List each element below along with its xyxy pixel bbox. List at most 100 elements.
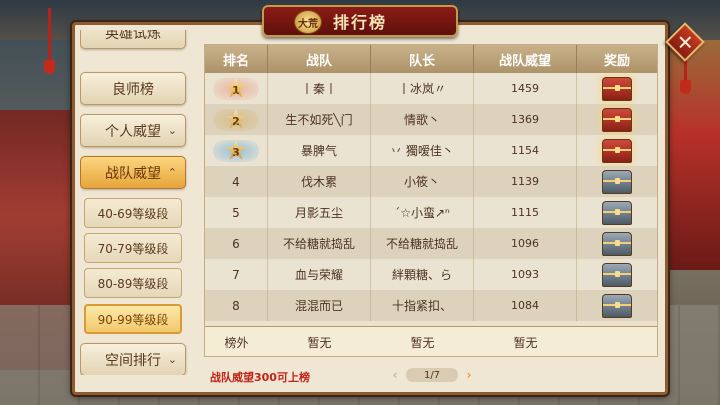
- sidebar-subitem-label: 80-89等级段: [97, 276, 169, 291]
- own-ranking-row: 榜外 暂无 暂无 暂无: [205, 326, 657, 356]
- column-header-reward: 奖励: [603, 53, 630, 69]
- captain-cell: ˊ☆小蛮↗ⁿ: [371, 197, 474, 228]
- team-cell: 血与荣耀: [268, 259, 371, 290]
- sidebar-subitem-label: 40-69等级段: [97, 206, 169, 221]
- column-header-team: 战队: [268, 45, 371, 73]
- sidebar-item-space-rank[interactable]: 空间排行 ⌄: [80, 343, 186, 375]
- sidebar-item-hero-trial[interactable]: 英雄试炼: [80, 30, 186, 49]
- prestige-cell: 1139: [474, 166, 577, 197]
- column-header-rank: 排名: [205, 45, 268, 73]
- blue-chest-icon[interactable]: [602, 169, 632, 194]
- title-emblem-icon: 大荒: [294, 10, 322, 34]
- close-icon: ✕: [676, 29, 694, 54]
- rank-cell: 2: [205, 104, 268, 135]
- red-chest-icon[interactable]: [602, 76, 632, 101]
- rank-cell: 1: [205, 73, 268, 104]
- table-row[interactable]: 3 暴脾气 丷 獨嗳佳丶 1154: [205, 135, 657, 166]
- reward-cell: [577, 166, 657, 197]
- table-row[interactable]: 1 丨秦丨 丨冰岚〃 1459: [205, 73, 657, 104]
- reward-cell: [577, 290, 657, 321]
- sidebar-item-label: 英雄试炼: [105, 30, 161, 42]
- captain-cell: 情歌丶: [371, 104, 474, 135]
- next-page-button[interactable]: ›: [462, 368, 476, 382]
- team-cell: 月影五尘: [268, 197, 371, 228]
- pagination: ‹ 1/7 ›: [388, 367, 476, 383]
- table-row[interactable]: 5 月影五尘 ˊ☆小蛮↗ⁿ 1115: [205, 197, 657, 228]
- reward-cell: [577, 104, 657, 135]
- table-row[interactable]: 6 不给糖就捣乱 不给糖就捣乱 1096: [205, 228, 657, 259]
- blue-chest-icon[interactable]: [602, 293, 632, 318]
- table-header: 排名 战队 队长 战队威望 奖励: [205, 45, 657, 73]
- chevron-down-icon: ⌄: [167, 353, 177, 366]
- table-row[interactable]: 7 血与荣耀 絆顆糖、ら 1093: [205, 259, 657, 290]
- reward-cell: [577, 197, 657, 228]
- sidebar-item-label: 战队威望: [105, 165, 161, 182]
- sidebar-item-mentor-rank[interactable]: 良师榜: [80, 72, 186, 105]
- captain-cell: 丨冰岚〃: [371, 73, 474, 104]
- sidebar-subitem-level-40-69[interactable]: 40-69等级段: [84, 198, 182, 228]
- red-chest-icon[interactable]: [602, 107, 632, 132]
- own-prestige-cell: 暂无: [513, 335, 538, 350]
- ranking-table: 排名 战队 队长 战队威望 奖励 1 丨秦丨 丨冰岚〃 1459 2 生不如死╲…: [204, 44, 658, 357]
- chevron-up-icon: ⌃: [167, 166, 177, 179]
- own-rank-cell: 榜外: [224, 335, 249, 350]
- chevron-down-icon: ⌄: [167, 124, 177, 137]
- rank-cell: 6: [205, 228, 268, 259]
- team-cell: 生不如死╲门: [268, 104, 371, 135]
- own-team-cell: 暂无: [307, 335, 332, 350]
- title-plate: 排行榜: [262, 5, 458, 37]
- captain-cell: 絆顆糖、ら: [371, 259, 474, 290]
- red-chest-icon[interactable]: [602, 138, 632, 163]
- rank-bronze-badge-icon: 3: [213, 138, 259, 164]
- column-header-captain: 队长: [371, 45, 474, 73]
- rank-silver-badge-icon: 2: [213, 107, 259, 133]
- rank-cell: 3: [205, 135, 268, 166]
- prestige-cell: 1154: [474, 135, 577, 166]
- sidebar-item-team-prestige[interactable]: 战队威望 ⌃: [80, 156, 186, 189]
- prestige-cell: 1459: [474, 73, 577, 104]
- team-cell: 暴脾气: [268, 135, 371, 166]
- reward-cell: [577, 135, 657, 166]
- own-reward-cell: [577, 327, 657, 357]
- sidebar-item-label: 空间排行: [105, 352, 161, 369]
- sidebar-item-personal-prestige[interactable]: 个人威望 ⌄: [80, 114, 186, 147]
- tassel-left-decoration: [44, 8, 55, 74]
- sidebar-subitem-level-80-89[interactable]: 80-89等级段: [84, 268, 182, 298]
- sidebar: 英雄试炼 良师榜 个人威望 ⌄ 战队威望 ⌃ 40-69等级段 70-79等级段…: [80, 30, 190, 375]
- team-cell: 伐木累: [268, 166, 371, 197]
- captain-cell: 丷 獨嗳佳丶: [371, 135, 474, 166]
- reward-cell: [577, 259, 657, 290]
- sidebar-item-label: 个人威望: [105, 123, 161, 140]
- sidebar-subitem-level-90-99[interactable]: 90-99等级段: [84, 304, 182, 334]
- captain-cell: 不给糖就捣乱: [371, 228, 474, 259]
- blue-chest-icon[interactable]: [602, 262, 632, 287]
- table-row[interactable]: 8 混混而已 十指紧扣、 1084: [205, 290, 657, 321]
- team-cell: 丨秦丨: [268, 73, 371, 104]
- rank-gold-badge-icon: 1: [213, 76, 259, 102]
- blue-chest-icon[interactable]: [602, 231, 632, 256]
- own-captain-cell: 暂无: [410, 335, 435, 350]
- page-indicator: 1/7: [406, 368, 458, 382]
- ranking-requirement-hint: 战队威望300可上榜: [210, 371, 310, 384]
- rank-cell: 7: [205, 259, 268, 290]
- table-row[interactable]: 2 生不如死╲门 情歌丶 1369: [205, 104, 657, 135]
- captain-cell: 小筱丶: [371, 166, 474, 197]
- prestige-cell: 1084: [474, 290, 577, 321]
- sidebar-subitem-label: 70-79等级段: [97, 241, 169, 256]
- prev-page-button[interactable]: ‹: [388, 368, 402, 382]
- rank-cell: 5: [205, 197, 268, 228]
- captain-cell: 十指紧扣、: [371, 290, 474, 321]
- team-cell: 不给糖就捣乱: [268, 228, 371, 259]
- team-cell: 混混而已: [268, 290, 371, 321]
- page-title: 排行榜: [332, 13, 387, 32]
- column-header-prestige: 战队威望: [474, 45, 577, 73]
- prestige-cell: 1096: [474, 228, 577, 259]
- prestige-cell: 1369: [474, 104, 577, 135]
- rank-cell: 4: [205, 166, 268, 197]
- blue-chest-icon[interactable]: [602, 200, 632, 225]
- reward-cell: [577, 73, 657, 104]
- reward-cell: [577, 228, 657, 259]
- table-row[interactable]: 4 伐木累 小筱丶 1139: [205, 166, 657, 197]
- sidebar-subitem-level-70-79[interactable]: 70-79等级段: [84, 233, 182, 263]
- sidebar-item-label: 良师榜: [112, 81, 154, 98]
